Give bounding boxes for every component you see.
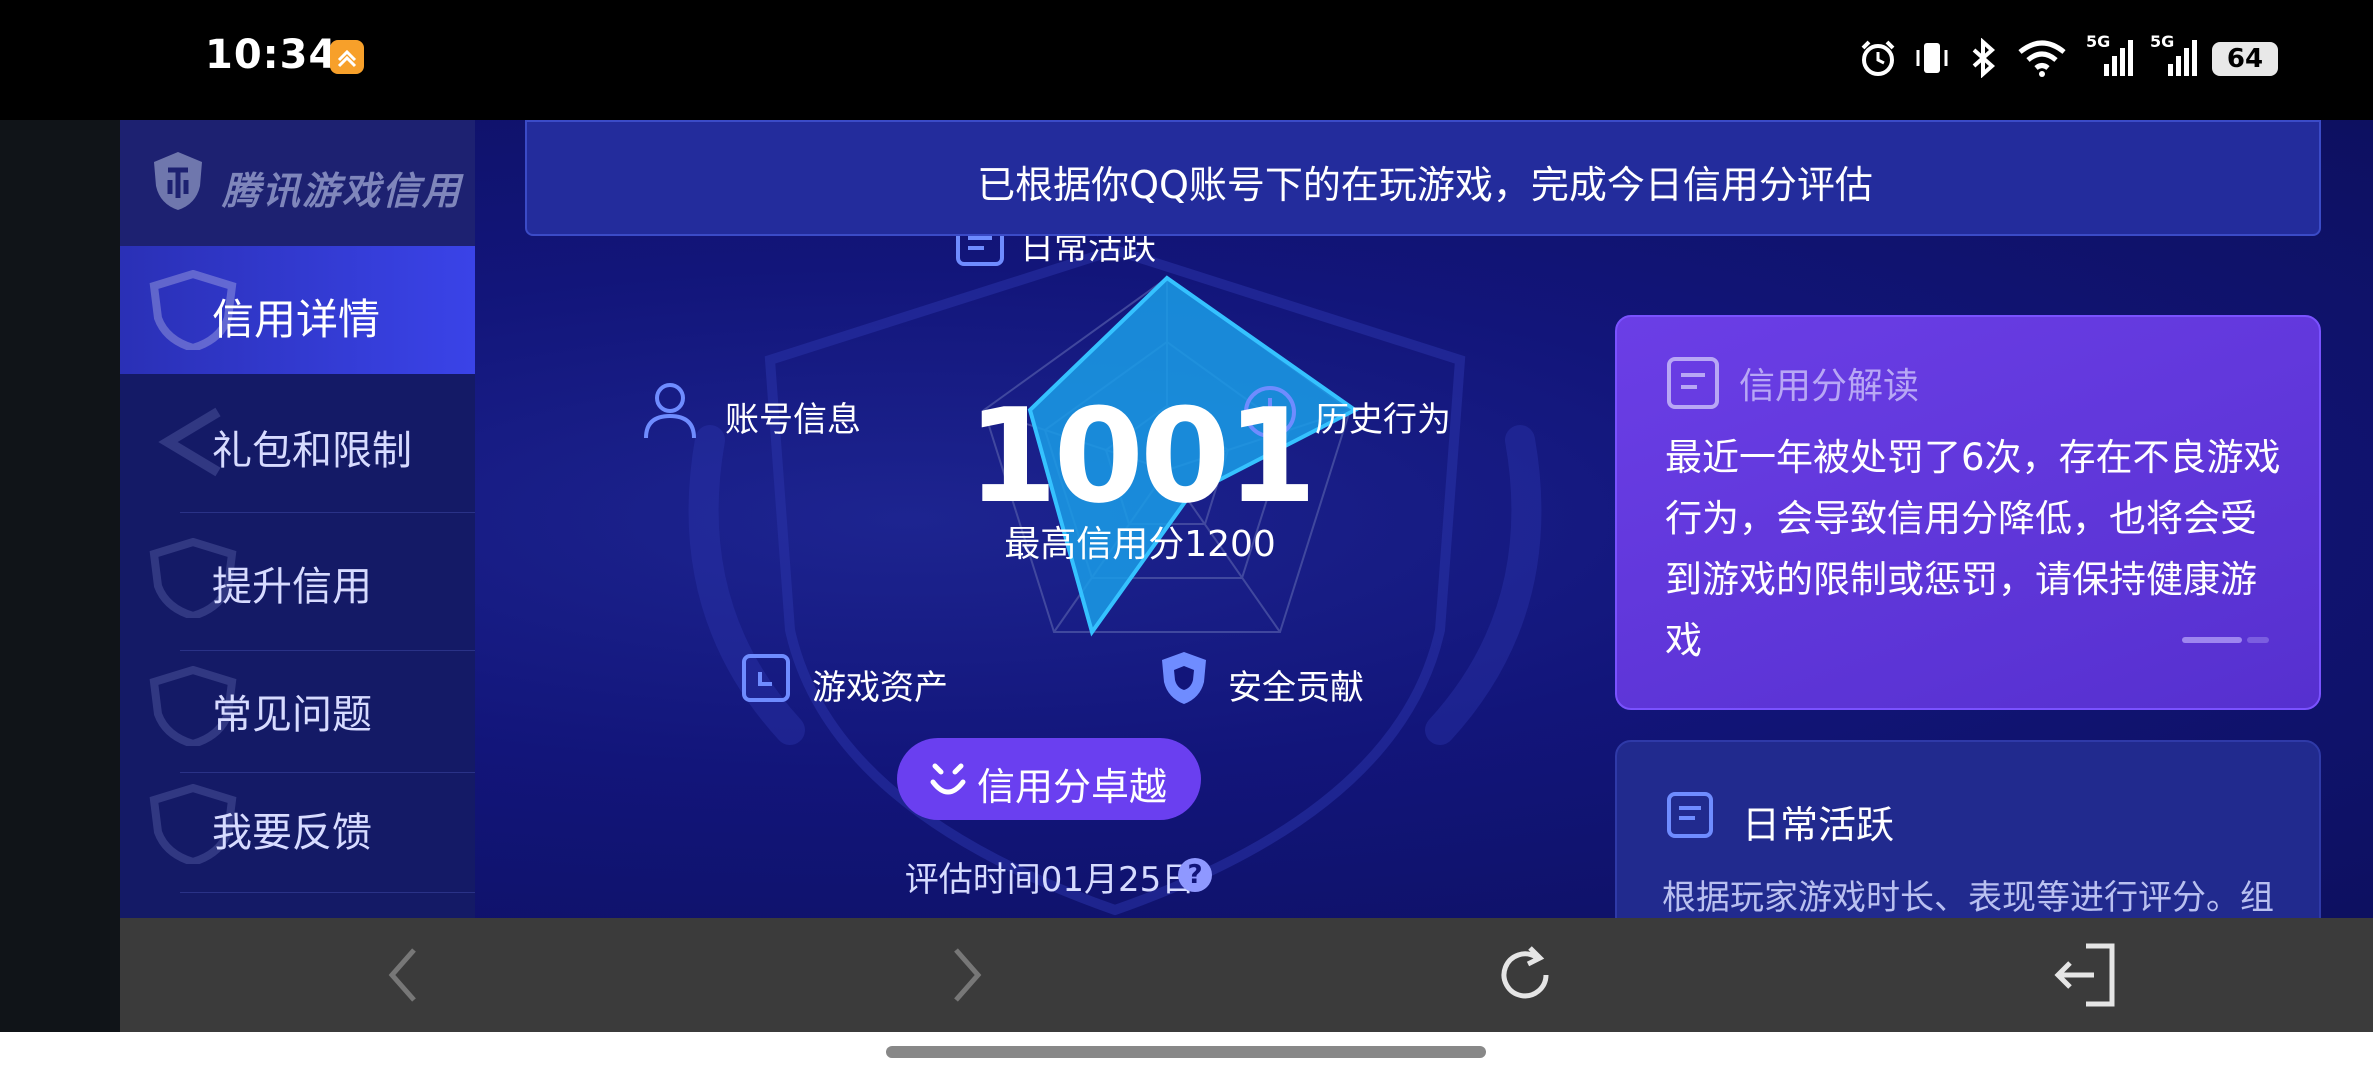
max-credit-score: 最高信用分1200 <box>1004 524 1276 565</box>
help-icon[interactable]: ? <box>1178 858 1212 892</box>
exit-icon <box>2054 943 2115 1007</box>
exit-button[interactable] <box>2050 940 2120 1010</box>
net2-label: 5G <box>2150 32 2175 51</box>
brand-name: 腾讯游戏信用 <box>222 169 463 213</box>
banner-text: 已根据你QQ账号下的在玩游戏，完成今日信用分评估 <box>977 163 1873 207</box>
radar-label-assets: 游戏资产 <box>812 668 948 708</box>
brand-shield-icon <box>154 152 202 210</box>
card-body: 最近一年被处罚了6次，存在不良游戏行为，会导致信用分降低，也将会受到游戏的限制或… <box>1665 436 2281 662</box>
browser-toolbar <box>120 918 2373 1032</box>
game-assets-icon <box>738 650 794 706</box>
credit-grade-button[interactable]: 信用分卓越 <box>897 738 1201 820</box>
sidebar-divider <box>180 892 475 893</box>
radar-label-account: 账号信息 <box>725 400 861 440</box>
evaluation-time: 评估时间01月25日 <box>904 860 1196 900</box>
card-title: 信用分解读 <box>1739 366 1920 407</box>
wifi-icon <box>2016 38 2068 78</box>
credit-interpretation-card: 信用分解读 最近一年被处罚了6次，存在不良游戏行为，会导致信用分降低，也将会受到… <box>1615 315 2321 710</box>
sidebar-item-label: 提升信用 <box>212 564 372 610</box>
app-window: 腾讯游戏信用 信用详情 礼包和限制 提升信用 常见问题 我要反馈 日常活跃 历史… <box>120 120 2373 918</box>
sidebar-item-label: 我要反馈 <box>212 810 372 856</box>
alarm-icon <box>1858 38 1898 78</box>
sidebar-item-credit-details[interactable]: 信用详情 <box>120 246 475 374</box>
reload-button[interactable] <box>1490 940 1560 1010</box>
carousel-indicator <box>2247 637 2269 643</box>
sidebar-item-label: 礼包和限制 <box>212 428 412 474</box>
sidebar-item-label: 常见问题 <box>212 692 372 738</box>
credit-grade-label: 信用分卓越 <box>977 765 1168 809</box>
card-title: 日常活跃 <box>1742 803 1895 847</box>
credit-score: 1001 <box>967 380 1317 532</box>
sidebar-item-feedback[interactable]: 我要反馈 <box>120 760 475 888</box>
net1-label: 5G <box>2086 32 2111 51</box>
radar-label-safety: 安全贡献 <box>1228 668 1364 708</box>
document-icon <box>1667 357 1719 409</box>
left-gutter <box>0 120 120 1032</box>
home-indicator[interactable] <box>886 1046 1486 1058</box>
battery-indicator: 64 <box>2212 42 2278 76</box>
sidebar-divider <box>180 512 475 513</box>
daily-active-card[interactable]: 日常活跃 根据玩家游戏时长、表现等进行评分。组 <box>1615 740 2321 918</box>
status-time: 10:34 <box>205 32 338 78</box>
refresh-icon <box>1501 946 1549 999</box>
vibrate-icon <box>1912 38 1952 78</box>
back-button[interactable] <box>370 940 440 1010</box>
smile-icon <box>930 763 966 795</box>
sidebar-item-faq[interactable]: 常见问题 <box>120 642 475 770</box>
app-notification-icon <box>330 40 364 74</box>
account-user-icon <box>640 378 700 442</box>
brand-header: 腾讯游戏信用 <box>120 120 475 246</box>
evaluation-banner: 已根据你QQ账号下的在玩游戏，完成今日信用分评估 <box>525 120 2321 236</box>
signal-5g-icon-1: 5G <box>2086 32 2136 78</box>
safety-shield-icon <box>1156 648 1212 708</box>
sidebar-item-gifts-limits[interactable]: 礼包和限制 <box>120 378 475 506</box>
sidebar: 腾讯游戏信用 信用详情 礼包和限制 提升信用 常见问题 我要反馈 <box>120 120 475 918</box>
chevron-right-icon <box>954 948 982 1002</box>
forward-button[interactable] <box>930 940 1000 1010</box>
bluetooth-icon <box>1966 37 2000 79</box>
chevron-left-icon <box>388 948 416 1002</box>
signal-5g-icon-2: 5G <box>2150 32 2200 78</box>
carousel-indicator-active <box>2182 637 2242 643</box>
sidebar-item-improve-credit[interactable]: 提升信用 <box>120 514 475 642</box>
card-body: 根据玩家游戏时长、表现等进行评分。组 <box>1662 878 2274 918</box>
sidebar-item-label: 信用详情 <box>212 295 381 344</box>
daily-active-icon <box>1667 792 1713 838</box>
